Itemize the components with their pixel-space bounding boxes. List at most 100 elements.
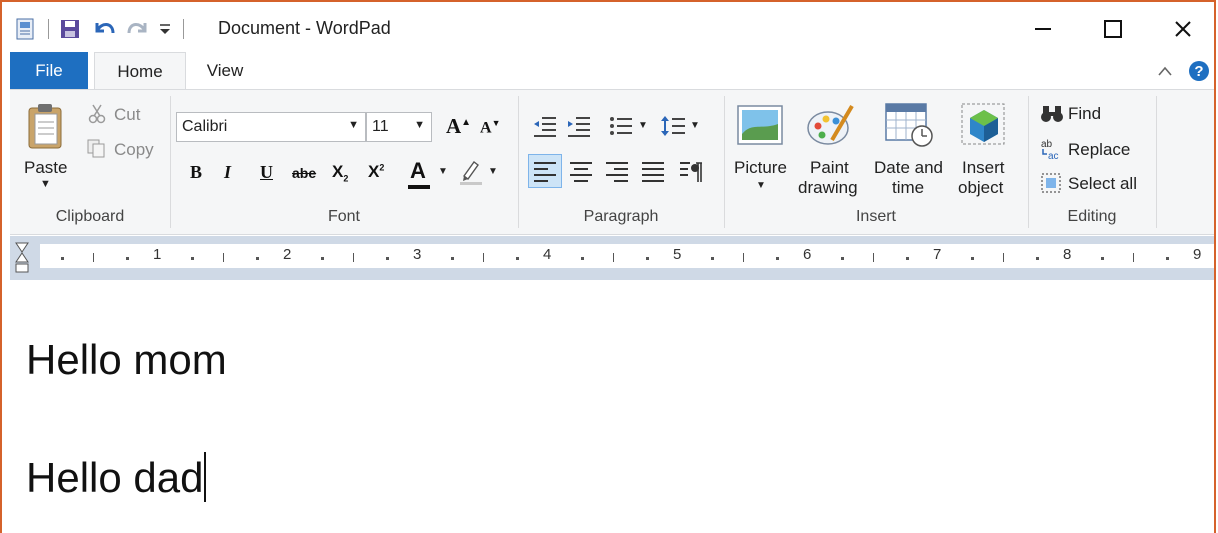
picture-dropdown-icon[interactable]: ▼ bbox=[756, 180, 766, 191]
increase-indent-icon[interactable] bbox=[566, 114, 592, 138]
ruler-dot bbox=[1165, 257, 1169, 260]
customize-dropdown-icon[interactable] bbox=[157, 19, 173, 39]
ruler-number: 3 bbox=[413, 246, 422, 263]
justify-icon[interactable] bbox=[640, 160, 666, 182]
ribbon: Paste ▼ Cut Copy Clipboard Calibri ▼ 11 … bbox=[10, 89, 1214, 235]
insert-object-icon[interactable] bbox=[960, 100, 1008, 148]
paint-drawing-label-2[interactable]: drawing bbox=[798, 178, 858, 198]
tab-home[interactable]: Home bbox=[94, 52, 186, 91]
maximize-icon bbox=[1104, 20, 1122, 38]
bold-button[interactable]: B bbox=[190, 162, 202, 183]
document-line[interactable]: Hello dad bbox=[26, 454, 203, 501]
italic-button[interactable]: I bbox=[224, 162, 231, 183]
ruler-number: 8 bbox=[1063, 246, 1072, 263]
help-icon[interactable]: ? bbox=[1188, 60, 1210, 82]
ruler-tick bbox=[483, 253, 484, 262]
ruler-dot bbox=[515, 257, 519, 260]
binoculars-icon[interactable] bbox=[1040, 104, 1064, 124]
subscript-icon: X bbox=[332, 162, 344, 181]
grow-font-button[interactable]: A▲ bbox=[446, 114, 471, 139]
ruler-number: 5 bbox=[673, 246, 682, 263]
replace-button[interactable]: Replace bbox=[1068, 140, 1130, 160]
close-button[interactable] bbox=[1160, 12, 1206, 46]
shrink-font-button[interactable]: A▼ bbox=[480, 118, 500, 137]
paste-dropdown-icon[interactable]: ▼ bbox=[40, 178, 51, 190]
wordpad-app-icon[interactable] bbox=[14, 17, 38, 41]
date-time-label-1[interactable]: Date and bbox=[874, 158, 943, 178]
svg-text:?: ? bbox=[1194, 63, 1203, 80]
document-line-active[interactable]: Hello dad bbox=[26, 452, 207, 502]
redo-icon[interactable] bbox=[125, 17, 151, 41]
picture-button[interactable]: Picture bbox=[734, 158, 787, 178]
document-line[interactable]: Hello mom bbox=[26, 336, 227, 384]
ruler-dot bbox=[190, 257, 194, 260]
ruler-scale: 1 2 3 4 5 6 7 8 9 bbox=[40, 244, 1214, 268]
date-time-label-2[interactable]: time bbox=[892, 178, 924, 198]
svg-text:ab: ab bbox=[1041, 139, 1053, 150]
insert-object-label-1[interactable]: Insert bbox=[962, 158, 1005, 178]
minimize-ribbon-icon[interactable] bbox=[1158, 66, 1172, 76]
bullets-icon[interactable] bbox=[608, 114, 634, 138]
line-spacing-icon[interactable] bbox=[660, 114, 686, 138]
align-left-icon bbox=[534, 162, 556, 182]
select-all-icon[interactable] bbox=[1040, 172, 1062, 194]
ruler-dot bbox=[255, 257, 259, 260]
chevron-down-icon: ▼ bbox=[348, 119, 359, 131]
line-spacing-dropdown-icon[interactable]: ▼ bbox=[690, 120, 700, 131]
ruler-tick bbox=[613, 253, 614, 262]
paint-palette-icon[interactable] bbox=[806, 100, 856, 148]
font-color-button[interactable]: A bbox=[408, 158, 430, 189]
document-area[interactable]: Hello mom Hello dad bbox=[10, 282, 1214, 533]
font-family-select[interactable]: Calibri ▼ bbox=[176, 112, 366, 142]
bullets-dropdown-icon[interactable]: ▼ bbox=[638, 120, 648, 131]
indent-marker-icon[interactable] bbox=[14, 242, 30, 276]
insert-object-label-2[interactable]: object bbox=[958, 178, 1003, 198]
paint-drawing-label-1[interactable]: Paint bbox=[810, 158, 849, 178]
picture-icon[interactable] bbox=[736, 104, 784, 146]
align-center-icon[interactable] bbox=[568, 160, 594, 182]
font-group-label: Font bbox=[327, 208, 360, 225]
font-family-value: Calibri bbox=[182, 118, 228, 135]
copy-icon bbox=[87, 139, 105, 158]
ruler-dot bbox=[450, 257, 454, 260]
minimize-button[interactable] bbox=[1020, 12, 1066, 46]
paste-button[interactable]: Paste bbox=[24, 158, 67, 178]
chevron-down-icon: ▼ bbox=[414, 119, 425, 131]
underline-button[interactable]: U bbox=[260, 162, 273, 183]
superscript-icon: X bbox=[368, 162, 380, 181]
calendar-clock-icon[interactable] bbox=[884, 100, 936, 148]
save-icon[interactable] bbox=[59, 18, 81, 40]
ruler-tick bbox=[93, 253, 94, 262]
ruler-tick bbox=[743, 253, 744, 262]
tab-view[interactable]: View bbox=[190, 52, 260, 90]
ruler-dot bbox=[385, 257, 389, 260]
align-right-icon[interactable] bbox=[604, 160, 630, 182]
select-all-button[interactable]: Select all bbox=[1068, 174, 1137, 194]
text-caret bbox=[204, 452, 207, 502]
tab-file[interactable]: File bbox=[10, 52, 88, 90]
ruler-tick bbox=[1003, 253, 1004, 262]
subscript-button[interactable]: X2 bbox=[332, 162, 348, 183]
maximize-button[interactable] bbox=[1090, 12, 1136, 46]
strikethrough-button[interactable]: abe bbox=[292, 165, 316, 181]
paste-icon[interactable] bbox=[26, 102, 66, 152]
grow-font-icon: A bbox=[446, 114, 462, 138]
copy-button[interactable]: Copy bbox=[114, 140, 154, 160]
highlight-dropdown-icon[interactable]: ▼ bbox=[488, 166, 498, 177]
cut-button[interactable]: Cut bbox=[114, 105, 140, 125]
undo-icon[interactable] bbox=[91, 17, 117, 41]
superscript-button[interactable]: X2 bbox=[368, 162, 384, 182]
font-size-select[interactable]: 11 ▼ bbox=[366, 112, 432, 142]
ribbon-tabs: File Home View ? bbox=[10, 52, 1214, 91]
paragraph-icon[interactable] bbox=[678, 160, 704, 184]
decrease-indent-icon[interactable] bbox=[532, 114, 558, 138]
align-left-button[interactable] bbox=[528, 154, 562, 188]
ruler-dot bbox=[905, 257, 909, 260]
ruler-dot bbox=[645, 257, 649, 260]
ruler-dot bbox=[320, 257, 324, 260]
replace-icon[interactable]: ab ac bbox=[1040, 138, 1064, 160]
font-color-dropdown-icon[interactable]: ▼ bbox=[438, 166, 448, 177]
find-button[interactable]: Find bbox=[1068, 104, 1101, 124]
paragraph-group-label: Paragraph bbox=[583, 208, 659, 225]
highlight-icon[interactable] bbox=[458, 158, 484, 186]
